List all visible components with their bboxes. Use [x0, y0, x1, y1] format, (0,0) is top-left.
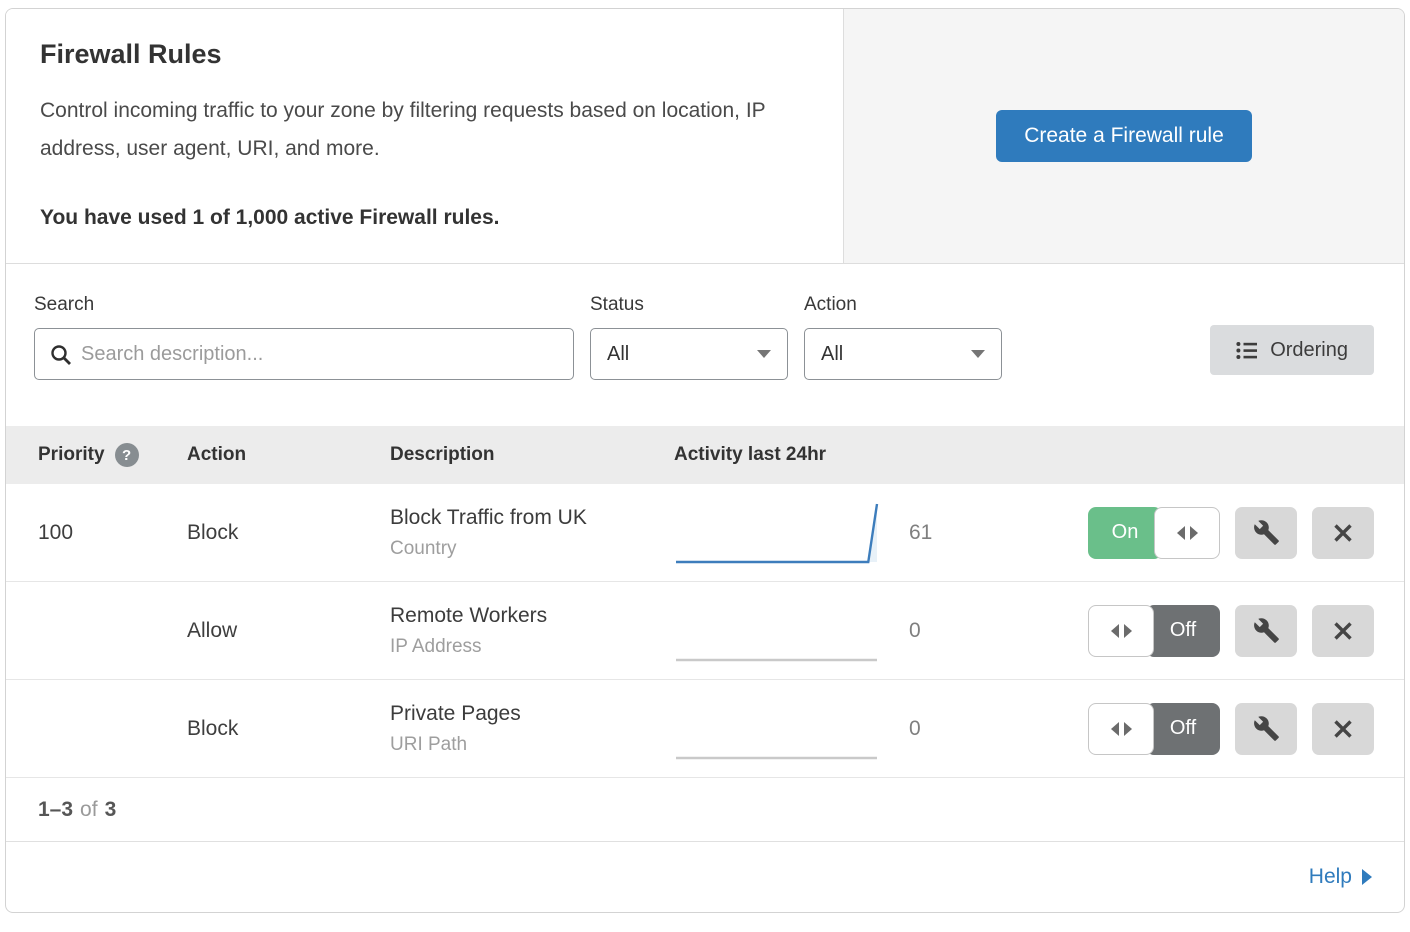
- filter-spacer: [1018, 294, 1210, 426]
- header-action-panel: Create a Firewall rule: [843, 9, 1404, 263]
- description-cell: Remote Workers IP Address: [390, 604, 674, 658]
- status-label: Status: [590, 294, 788, 316]
- pagination-of-label: of: [80, 798, 98, 822]
- rule-type: URI Path: [390, 734, 674, 756]
- page-description: Control incoming traffic to your zone by…: [40, 92, 809, 168]
- edit-rule-button[interactable]: [1235, 507, 1297, 559]
- toggle-handle[interactable]: [1088, 605, 1154, 657]
- action-cell: Allow: [187, 619, 390, 643]
- pagination: 1–3 of 3: [6, 778, 1404, 842]
- rule-type: Country: [390, 538, 674, 560]
- activity-sparkline: [674, 502, 879, 564]
- activity-sparkline: [674, 698, 879, 760]
- arrow-right-icon: [1124, 722, 1132, 736]
- activity-count: 0: [909, 619, 965, 643]
- x-icon: [1331, 619, 1355, 643]
- status-filter: Status All: [590, 294, 788, 426]
- search-label: Search: [34, 294, 574, 316]
- filter-bar: Search Status All Action All: [6, 264, 1404, 426]
- wrench-icon: [1253, 519, 1280, 546]
- ordering-button[interactable]: Ordering: [1210, 325, 1374, 375]
- chevron-down-icon: [971, 350, 985, 358]
- description-cell: Private Pages URI Path: [390, 702, 674, 756]
- status-select[interactable]: All: [590, 328, 788, 380]
- activity-sparkline: [674, 600, 879, 662]
- activity-count: 0: [909, 717, 965, 741]
- activity-cell: 0: [674, 698, 1088, 760]
- action-select[interactable]: All: [804, 328, 1002, 380]
- create-firewall-rule-button[interactable]: Create a Firewall rule: [996, 110, 1252, 162]
- rule-enabled-toggle[interactable]: Off: [1088, 605, 1220, 657]
- rule-description: Remote Workers: [390, 604, 674, 628]
- help-link[interactable]: Help: [1309, 865, 1372, 889]
- action-cell: Block: [187, 521, 390, 545]
- x-icon: [1331, 717, 1355, 741]
- ordering-button-label: Ordering: [1270, 339, 1348, 362]
- chevron-down-icon: [757, 350, 771, 358]
- delete-rule-button[interactable]: [1312, 507, 1374, 559]
- row-controls: On: [1088, 507, 1404, 559]
- toggle-state-label: On: [1088, 507, 1162, 559]
- header-section: Firewall Rules Control incoming traffic …: [6, 9, 1404, 264]
- arrow-left-icon: [1111, 624, 1119, 638]
- table-header-row: Priority ? Action Description Activity l…: [6, 426, 1404, 484]
- activity-cell: 0: [674, 600, 1088, 662]
- column-header-action: Action: [187, 444, 390, 466]
- status-select-value: All: [607, 343, 757, 366]
- wrench-icon: [1253, 617, 1280, 644]
- action-filter: Action All: [804, 294, 1002, 426]
- arrow-right-icon: [1362, 869, 1372, 885]
- arrow-right-icon: [1190, 526, 1198, 540]
- action-select-value: All: [821, 343, 971, 366]
- toggle-state-label: Off: [1146, 605, 1220, 657]
- rule-description: Private Pages: [390, 702, 674, 726]
- ordered-list-icon: [1236, 341, 1258, 360]
- action-cell: Block: [187, 717, 390, 741]
- priority-cell: 100: [6, 521, 187, 545]
- rule-enabled-toggle[interactable]: On: [1088, 507, 1220, 559]
- description-cell: Block Traffic from UK Country: [390, 506, 674, 560]
- rule-description: Block Traffic from UK: [390, 506, 674, 530]
- firewall-rules-panel: Firewall Rules Control incoming traffic …: [5, 8, 1405, 913]
- x-icon: [1331, 521, 1355, 545]
- pagination-range: 1–3: [38, 798, 73, 822]
- edit-rule-button[interactable]: [1235, 703, 1297, 755]
- arrow-left-icon: [1111, 722, 1119, 736]
- action-label: Action: [804, 294, 1002, 316]
- help-row: Help: [6, 842, 1404, 912]
- search-filter: Search: [34, 294, 574, 426]
- arrow-left-icon: [1177, 526, 1185, 540]
- activity-cell: 61: [674, 502, 1088, 564]
- row-controls: Off: [1088, 703, 1404, 755]
- toggle-state-label: Off: [1146, 703, 1220, 755]
- column-header-priority: Priority ?: [6, 443, 187, 467]
- rule-type: IP Address: [390, 636, 674, 658]
- priority-header-label: Priority: [38, 444, 105, 466]
- column-header-description: Description: [390, 444, 674, 466]
- rule-enabled-toggle[interactable]: Off: [1088, 703, 1220, 755]
- usage-note: You have used 1 of 1,000 active Firewall…: [40, 206, 809, 230]
- header-text-block: Firewall Rules Control incoming traffic …: [6, 9, 843, 263]
- table-row: Block Private Pages URI Path 0 Off: [6, 680, 1404, 778]
- row-controls: Off: [1088, 605, 1404, 657]
- edit-rule-button[interactable]: [1235, 605, 1297, 657]
- search-input[interactable]: [35, 329, 573, 379]
- page-title: Firewall Rules: [40, 39, 809, 70]
- toggle-handle[interactable]: [1154, 507, 1220, 559]
- table-row: Allow Remote Workers IP Address 0 Off: [6, 582, 1404, 680]
- table-row: 100 Block Block Traffic from UK Country …: [6, 484, 1404, 582]
- delete-rule-button[interactable]: [1312, 703, 1374, 755]
- table-body: 100 Block Block Traffic from UK Country …: [6, 484, 1404, 778]
- help-link-label: Help: [1309, 865, 1352, 889]
- column-header-activity: Activity last 24hr: [674, 444, 1404, 466]
- priority-help-icon[interactable]: ?: [115, 443, 139, 467]
- delete-rule-button[interactable]: [1312, 605, 1374, 657]
- activity-count: 61: [909, 521, 965, 545]
- toggle-handle[interactable]: [1088, 703, 1154, 755]
- arrow-right-icon: [1124, 624, 1132, 638]
- search-icon: [49, 343, 73, 367]
- search-box: [34, 328, 574, 380]
- pagination-total: 3: [105, 798, 117, 822]
- wrench-icon: [1253, 715, 1280, 742]
